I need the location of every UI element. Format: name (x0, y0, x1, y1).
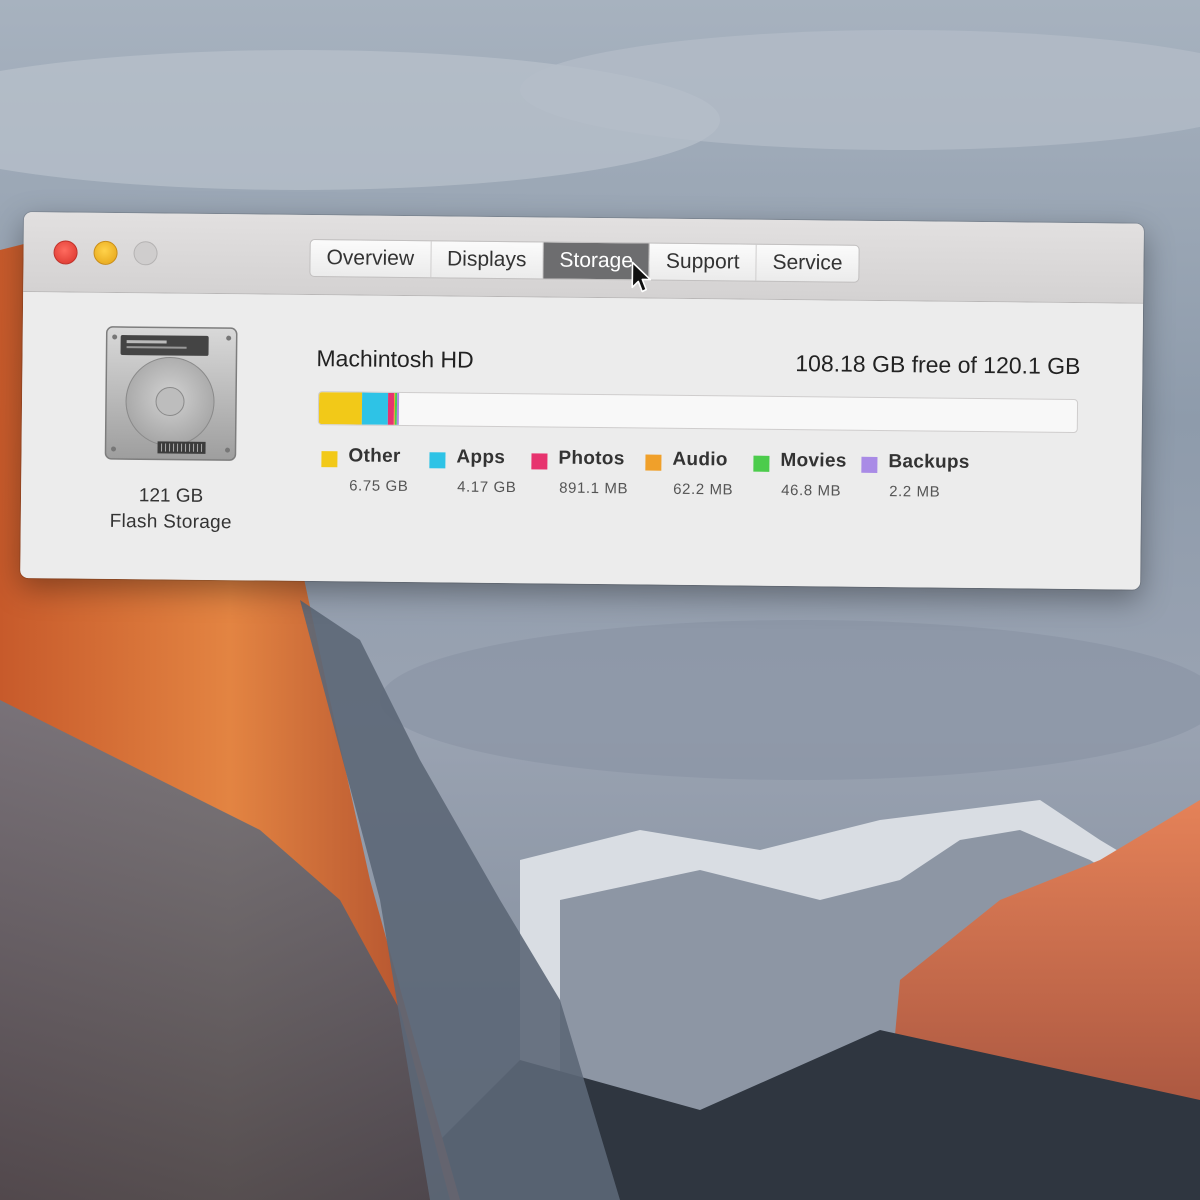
legend-size-audio: 62.2 MB (673, 480, 734, 499)
tab-service[interactable]: Service (756, 245, 858, 282)
desktop-wallpaper (0, 0, 1200, 1200)
storage-usage-bar (317, 391, 1079, 434)
usage-segment-other[interactable] (318, 392, 362, 425)
free-space-text: 108.18 GB free of 120.1 GB (795, 350, 1081, 380)
legend-size-photos: 891.1 MB (559, 479, 629, 498)
legend-swatch-photos (531, 453, 548, 470)
window-titlebar[interactable]: Overview Displays Storage Support Servic… (23, 212, 1144, 304)
volume-name: Machintosh HD (316, 345, 474, 373)
legend-size-apps: 4.17 GB (457, 478, 517, 497)
legend-label-photos: Photos (558, 447, 625, 470)
legend-size-other: 6.75 GB (349, 477, 409, 496)
legend-label-backups: Backups (888, 451, 970, 473)
tab-support[interactable]: Support (649, 243, 757, 281)
hard-drive-icon (104, 326, 238, 461)
tab-overview[interactable]: Overview (310, 240, 432, 278)
tab-bar: Overview Displays Storage Support Servic… (309, 238, 860, 283)
tab-displays[interactable]: Displays (430, 241, 544, 279)
mouse-pointer-icon (631, 261, 652, 293)
usage-segment-backups[interactable] (397, 392, 400, 425)
legend-label-other: Other (348, 445, 401, 467)
legend-label-movies: Movies (780, 449, 847, 472)
legend-swatch-other (321, 451, 338, 468)
usage-segment-apps[interactable] (361, 392, 389, 425)
legend-size-movies: 46.8 MB (781, 481, 842, 500)
legend-label-audio: Audio (672, 448, 728, 471)
disk-type: Flash Storage (109, 510, 232, 534)
legend-label-apps: Apps (456, 446, 506, 469)
storage-legend: Other 6.75 GB Apps 4.17 GB Photos 891.1 … (321, 445, 1042, 513)
storage-panel: 121 GB Flash Storage Machintosh HD 108.1… (20, 291, 1144, 590)
legend-swatch-movies (753, 455, 770, 472)
disk-capacity: 121 GB (138, 485, 204, 507)
about-this-mac-window: Overview Displays Storage Support Servic… (20, 212, 1144, 590)
legend-size-backups: 2.2 MB (889, 483, 941, 501)
close-icon[interactable] (53, 240, 78, 265)
zoom-icon[interactable] (133, 241, 158, 266)
legend-swatch-apps (429, 452, 446, 469)
legend-swatch-backups (861, 456, 878, 473)
minimize-icon[interactable] (93, 240, 118, 265)
legend-swatch-audio (645, 454, 662, 471)
